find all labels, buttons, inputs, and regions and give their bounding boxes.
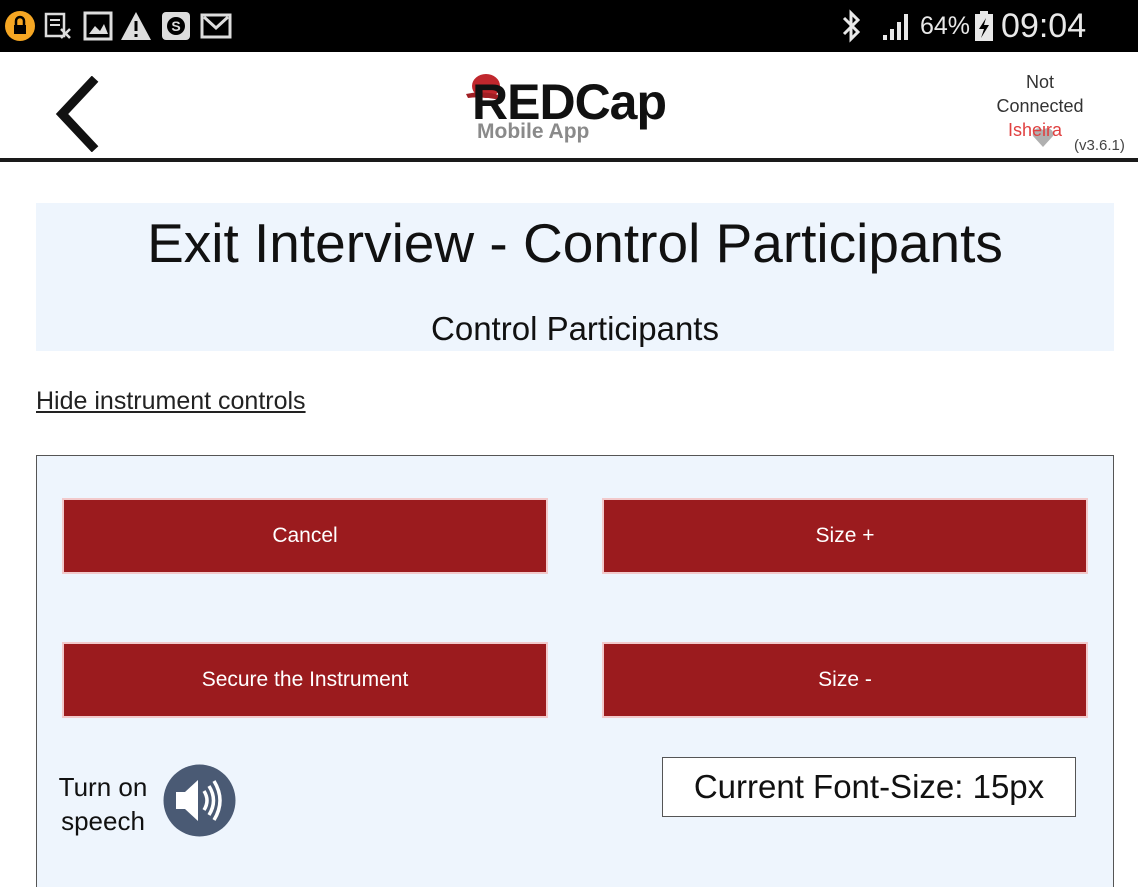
svg-text:S: S bbox=[171, 18, 180, 34]
form-title: Exit Interview - Control Participants bbox=[147, 212, 1003, 274]
username: Isheira bbox=[1008, 120, 1063, 140]
secure-instrument-button[interactable]: Secure the Instrument bbox=[62, 642, 548, 718]
battery-percent: 64% bbox=[920, 11, 971, 40]
redcap-logo: REDCap Mobile App bbox=[462, 70, 667, 154]
form-title-panel: Exit Interview - Control Participants Co… bbox=[36, 203, 1114, 351]
back-button[interactable] bbox=[48, 75, 108, 153]
app-version: (v3.6.1) bbox=[1074, 137, 1125, 154]
clock: 09:04 bbox=[1001, 6, 1087, 45]
battery-icon bbox=[973, 9, 995, 43]
gmail-icon bbox=[200, 10, 232, 42]
screen: S 64% 09:04 REDCap Mobile App Not Connec… bbox=[0, 0, 1138, 887]
speaker-icon[interactable] bbox=[162, 763, 237, 838]
back-arrow-icon bbox=[55, 75, 99, 153]
status-right: 64% 09:04 bbox=[838, 0, 1138, 52]
header-divider bbox=[0, 158, 1138, 162]
notes-icon bbox=[42, 10, 74, 42]
form-subtitle: Control Participants bbox=[431, 310, 719, 347]
connection-status: Not Connected Isheira (v3.6.1) bbox=[960, 72, 1138, 162]
hide-instrument-controls-link[interactable]: Hide instrument controls bbox=[36, 386, 306, 416]
status-bar: S 64% 09:04 bbox=[0, 0, 1138, 52]
image-icon bbox=[82, 10, 114, 42]
signal-icon bbox=[880, 11, 916, 41]
size-increase-button[interactable]: Size + bbox=[602, 498, 1088, 574]
connection-line-1: Not bbox=[1025, 72, 1054, 92]
cancel-button[interactable]: Cancel bbox=[62, 498, 548, 574]
bluetooth-icon bbox=[838, 9, 866, 43]
connection-line-2: Connected bbox=[996, 96, 1084, 116]
shazam-icon: S bbox=[160, 10, 192, 42]
speech-toggle-label[interactable]: Turn on speech bbox=[48, 770, 158, 838]
size-decrease-button[interactable]: Size - bbox=[602, 642, 1088, 718]
logo-subtitle: Mobile App bbox=[477, 120, 590, 143]
lock-icon bbox=[4, 10, 36, 42]
current-font-size-display: Current Font-Size: 15px bbox=[662, 757, 1076, 817]
warning-icon bbox=[120, 10, 152, 42]
